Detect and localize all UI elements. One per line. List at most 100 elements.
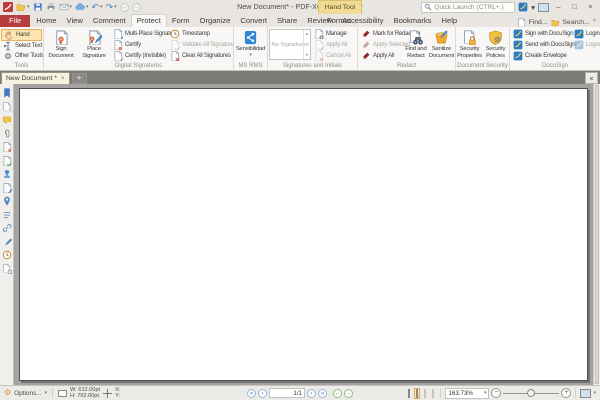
signatures-list-scrollbar[interactable]: ▴ ▾ <box>303 30 310 59</box>
timestamp-button[interactable]: Timestamp <box>168 29 232 39</box>
signature-pen-icon[interactable] <box>2 237 12 247</box>
previous-view-button[interactable]: ← <box>333 388 342 398</box>
page-thumbnails-icon[interactable] <box>2 102 12 112</box>
scroll-up-icon[interactable]: ▴ <box>306 31 308 37</box>
redo-chevron-icon[interactable]: ▾ <box>114 4 117 10</box>
select-text-button[interactable]: Select Text <box>1 41 42 51</box>
document-magnifier-icon[interactable] <box>2 264 12 274</box>
tab-convert[interactable]: Convert <box>235 15 272 27</box>
page-number-input[interactable]: 1/1 <box>269 388 305 398</box>
quick-launch-box[interactable]: Quick Launch (CTRL+.) <box>421 1 516 13</box>
certify-button[interactable]: Certify <box>111 40 167 50</box>
zoom-in-button[interactable]: + <box>561 388 572 398</box>
tab-format[interactable]: Format <box>322 15 356 27</box>
search-button[interactable]: Search... <box>563 19 590 26</box>
chain-link-icon[interactable] <box>2 223 12 233</box>
docusign-logout-button[interactable]: Logout <box>572 40 600 50</box>
sensitivity-button[interactable]: Sensibilidad ▾ <box>235 28 266 62</box>
document-seal-icon[interactable] <box>2 142 12 152</box>
first-page-button[interactable]: « <box>247 388 256 398</box>
print-icon[interactable] <box>46 2 56 12</box>
next-page-button[interactable]: › <box>307 388 316 398</box>
document-tab-active[interactable]: New Document * × <box>1 72 70 84</box>
scroll-down-icon[interactable]: ▾ <box>306 52 308 58</box>
tab-help[interactable]: Help <box>436 15 462 27</box>
tab-organize[interactable]: Organize <box>195 15 236 27</box>
minimize-button[interactable]: – <box>552 1 565 13</box>
hand-tool-button[interactable]: Hand <box>1 29 42 41</box>
comment-bubble-icon[interactable] <box>2 115 12 125</box>
cancel-all-signatures-button[interactable]: Cancel All <box>312 51 356 61</box>
apply-all-redactions-button[interactable]: Apply All <box>359 51 403 61</box>
map-pin-icon[interactable] <box>2 196 12 206</box>
document-check-icon[interactable] <box>2 156 12 166</box>
form-fields-list-icon[interactable] <box>2 210 12 220</box>
validate-all-signatures-button[interactable]: Validate All Signatures <box>168 40 233 50</box>
collapse-ribbon-icon[interactable]: ^ <box>593 19 596 26</box>
undo-icon[interactable]: ↶ <box>92 2 100 13</box>
security-policies-button[interactable]: Security Policies <box>483 28 508 62</box>
certify-invisible-button[interactable]: Certify (Invisible) <box>111 51 167 61</box>
history-back-icon[interactable]: ← <box>119 2 129 12</box>
sanitize-document-button[interactable]: Sanitize Document <box>429 28 454 62</box>
layout-switch-icon[interactable] <box>538 2 549 12</box>
tab-home[interactable]: Home <box>31 15 61 27</box>
signatures-list-box[interactable]: No Signatures ▴ ▾ <box>269 29 311 60</box>
place-signature-button[interactable]: Place Signature <box>78 28 110 62</box>
sign-document-button[interactable]: Sign Document <box>45 28 77 62</box>
options-button[interactable]: Options... <box>14 390 41 397</box>
tab-bookmarks[interactable]: Bookmarks <box>389 15 437 27</box>
scrollbar-thumb[interactable] <box>595 85 599 384</box>
tab-view[interactable]: View <box>62 15 88 27</box>
tab-form[interactable]: Form <box>167 15 195 27</box>
share-chevron-icon[interactable]: ▾ <box>86 4 89 10</box>
tab-share[interactable]: Share <box>272 15 302 27</box>
previous-page-button[interactable]: ‹ <box>258 388 267 398</box>
undo-chevron-icon[interactable]: ▾ <box>100 4 103 10</box>
maximize-button[interactable]: □ <box>568 1 581 13</box>
fullscreen-monitor-icon[interactable] <box>580 388 592 398</box>
history-forward-icon[interactable]: → <box>131 2 141 12</box>
find-and-redact-button[interactable]: Find and Redact <box>404 28 428 62</box>
tab-file[interactable]: File <box>0 15 31 27</box>
zoom-out-button[interactable]: − <box>491 388 502 398</box>
find-button[interactable]: Find... <box>529 19 548 26</box>
bookmark-icon[interactable] <box>2 88 12 98</box>
mark-for-redaction-button[interactable]: Mark for Redaction <box>359 29 420 39</box>
view-mode-chevron-icon[interactable]: ▾ <box>593 390 596 396</box>
security-properties-button[interactable]: Security Properties <box>457 28 482 62</box>
manage-signatures-button[interactable]: Manage <box>312 29 356 39</box>
docusign-login-button[interactable]: Login <box>572 29 600 39</box>
multi-place-signature-button[interactable]: Multi-Place Signature <box>111 29 178 39</box>
close-button[interactable]: × <box>584 1 597 13</box>
fit-page-view-button[interactable] <box>414 387 421 399</box>
redo-icon[interactable]: ↷ <box>106 2 114 13</box>
stamp-icon[interactable] <box>2 169 12 179</box>
single-page-view-button[interactable] <box>406 388 412 399</box>
email-chevron-icon[interactable]: ▾ <box>70 4 73 10</box>
save-icon[interactable] <box>33 2 43 12</box>
last-page-button[interactable]: » <box>318 388 327 398</box>
options-chevron-icon[interactable]: ▾ <box>45 390 48 396</box>
other-tools-button[interactable]: Other Tools ▾ <box>1 51 43 61</box>
apply-selected-redaction-button[interactable]: Apply Selected <box>359 40 410 50</box>
clear-all-signatures-button[interactable]: Clear All Signatures <box>168 51 232 61</box>
open-chevron-icon[interactable]: ▾ <box>27 4 30 10</box>
paperclip-icon[interactable] <box>2 129 12 139</box>
tab-protect[interactable]: Protect <box>130 14 167 27</box>
apply-all-signatures-button[interactable]: Apply All <box>312 40 356 50</box>
add-tab-button[interactable]: + <box>71 73 87 84</box>
history-clock-icon[interactable] <box>2 250 12 260</box>
zoom-slider[interactable] <box>503 389 560 397</box>
ui-customize-icon[interactable] <box>518 2 528 12</box>
document-pencil-icon[interactable] <box>2 183 12 193</box>
create-envelope-button[interactable]: Create Envelope <box>511 51 571 61</box>
share-cloud-icon[interactable] <box>75 2 85 12</box>
pdf-page[interactable] <box>19 88 588 381</box>
close-document-button[interactable]: × <box>585 72 598 84</box>
next-view-button[interactable]: → <box>344 388 353 398</box>
document-canvas[interactable] <box>14 84 593 385</box>
ui-customize-chevron-icon[interactable]: ▾ <box>531 3 535 12</box>
sign-with-docusign-button[interactable]: Sign with DocuSign <box>511 29 574 39</box>
tab-comment[interactable]: Comment <box>88 15 131 27</box>
